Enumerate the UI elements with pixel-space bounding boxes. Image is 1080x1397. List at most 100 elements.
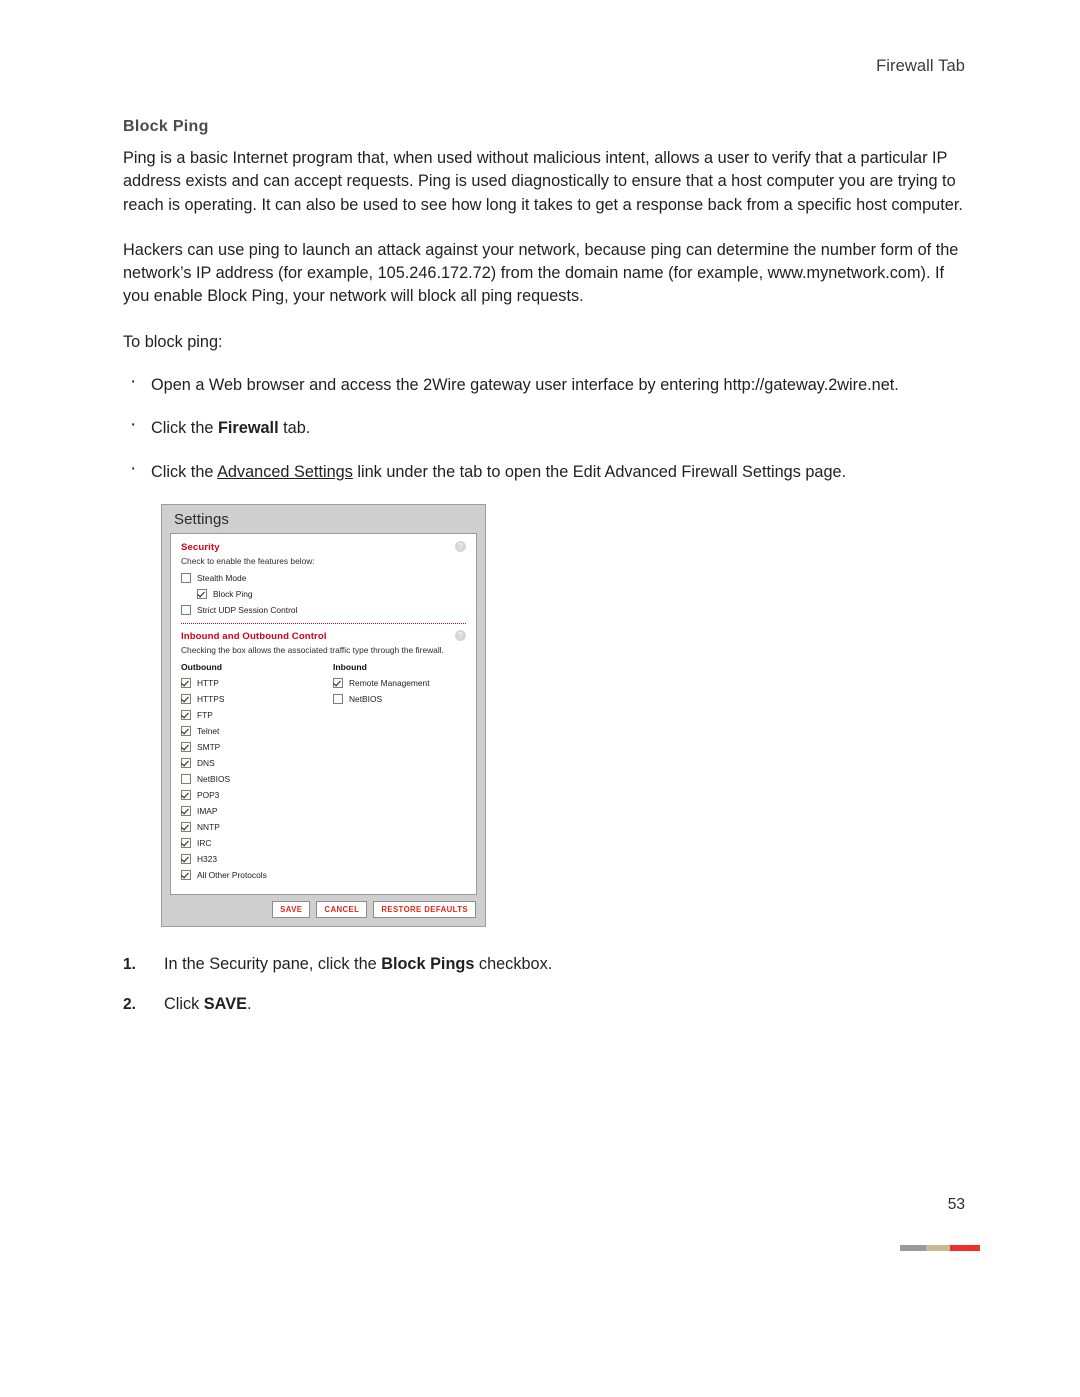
step-text-tail: checkbox. <box>474 954 553 973</box>
traffic-heading-label: Inbound and Outbound Control <box>181 630 327 642</box>
checkbox-outbound-ftp[interactable] <box>181 709 191 720</box>
checkbox-row-outbound-imap[interactable]: IMAP <box>181 805 333 816</box>
step-text: Click <box>164 995 204 1014</box>
checkbox-label: Stealth Mode <box>197 572 247 583</box>
checkbox-label: Block Ping <box>213 588 253 599</box>
bullet-text: Click the <box>151 462 218 481</box>
checkbox-outbound-all-other-protocols[interactable] <box>181 869 191 880</box>
list-item: Open a Web browser and access the 2Wire … <box>123 370 966 397</box>
lead-in-text: To block ping: <box>123 332 223 351</box>
checkbox-outbound-nntp[interactable] <box>181 821 191 832</box>
bullet-text-tail: link under the tab to open the Edit Adva… <box>352 462 847 481</box>
checkbox-inbound-remote-management[interactable] <box>333 677 343 688</box>
footer-decoration-bar <box>900 1245 980 1251</box>
security-heading-label: Security <box>181 541 220 553</box>
checkbox-row-outbound-all-other[interactable]: All Other Protocols <box>181 869 333 880</box>
checkbox-row-inbound-remote-management[interactable]: Remote Management <box>333 677 466 688</box>
checkbox-row-outbound-dns[interactable]: DNS <box>181 757 333 768</box>
page-number: 53 <box>947 1196 965 1213</box>
step-number: 1. <box>123 955 136 973</box>
checkbox-outbound-telnet[interactable] <box>181 725 191 736</box>
checkbox-outbound-https[interactable] <box>181 693 191 704</box>
running-head: Firewall Tab <box>876 57 965 75</box>
checkbox-outbound-http[interactable] <box>181 677 191 688</box>
checkbox-label: H323 <box>197 853 218 864</box>
step-text: In the Security pane, click the <box>164 954 382 973</box>
bullet-text-tail: tab. <box>278 419 311 438</box>
checkbox-row-block-ping[interactable]: Block Ping <box>197 588 466 599</box>
checkbox-row-outbound-https[interactable]: HTTPS <box>181 693 333 704</box>
checkbox-stealth-mode[interactable] <box>181 572 191 583</box>
checkbox-label: Telnet <box>197 725 220 736</box>
traffic-subtitle: Checking the box allows the associated t… <box>181 644 444 655</box>
save-button[interactable]: SAVE <box>272 900 311 918</box>
settings-screenshot: Settings Security ? Check to enable the … <box>161 503 486 927</box>
checkbox-row-strict-udp[interactable]: Strict UDP Session Control <box>181 604 466 615</box>
checkbox-block-ping[interactable] <box>197 588 207 599</box>
checkbox-label: Strict UDP Session Control <box>197 604 298 615</box>
checkbox-label: IRC <box>197 837 212 848</box>
checkbox-outbound-dns[interactable] <box>181 757 191 768</box>
checkbox-outbound-smtp[interactable] <box>181 741 191 752</box>
checkbox-row-stealth-mode[interactable]: Stealth Mode <box>181 572 466 583</box>
checkbox-label: FTP <box>197 709 213 720</box>
footer-bar-segment-red <box>949 1245 980 1251</box>
checkbox-row-outbound-h323[interactable]: H323 <box>181 853 333 864</box>
security-subtitle: Check to enable the features below: <box>181 555 315 566</box>
checkbox-label: HTTP <box>197 677 219 688</box>
checkbox-outbound-imap[interactable] <box>181 805 191 816</box>
checkbox-label: NetBIOS <box>197 773 231 784</box>
checkbox-row-outbound-telnet[interactable]: Telnet <box>181 725 333 736</box>
step-emphasis: SAVE <box>203 995 247 1014</box>
checkbox-label: IMAP <box>197 805 218 816</box>
checkbox-label: DNS <box>197 757 215 768</box>
checkbox-label: POP3 <box>197 789 220 800</box>
bullet-text: Click the <box>151 419 218 438</box>
checkbox-outbound-irc[interactable] <box>181 837 191 848</box>
cancel-button[interactable]: CANCEL <box>316 900 368 918</box>
checkbox-row-outbound-smtp[interactable]: SMTP <box>181 741 333 752</box>
checkbox-row-outbound-ftp[interactable]: FTP <box>181 709 333 720</box>
outbound-column: Outbound HTTP HTTPS FTP Telnet SMTP DNS … <box>181 662 333 886</box>
checkbox-row-outbound-irc[interactable]: IRC <box>181 837 333 848</box>
step-emphasis: Block Pings <box>381 954 475 973</box>
checkbox-row-outbound-nntp[interactable]: NNTP <box>181 821 333 832</box>
checkbox-row-outbound-http[interactable]: HTTP <box>181 677 333 688</box>
checkbox-outbound-pop3[interactable] <box>181 789 191 800</box>
settings-panel-body: Security ? Check to enable the features … <box>170 532 477 895</box>
checkbox-label: HTTPS <box>197 693 225 704</box>
help-icon[interactable]: ? <box>455 629 466 641</box>
checkbox-label: NetBIOS <box>349 693 383 704</box>
checkbox-row-outbound-pop3[interactable]: POP3 <box>181 789 333 800</box>
list-item: 2. Click SAVE. <box>123 993 966 1016</box>
bullet-text: Open a Web browser and access the 2Wire … <box>151 376 899 395</box>
checkbox-label: NNTP <box>197 821 220 832</box>
procedure-step-list: 1. In the Security pane, click the Block… <box>123 953 966 1017</box>
checkbox-outbound-h323[interactable] <box>181 853 191 864</box>
step-text-tail: . <box>246 995 252 1014</box>
security-group-heading: Security ? <box>181 540 466 553</box>
bullet-emphasis: Firewall <box>217 419 279 438</box>
checkbox-label: All Other Protocols <box>197 869 267 880</box>
paragraph-intro: Ping is a basic Internet program that, w… <box>123 149 963 214</box>
list-item: Click the Firewall tab. <box>123 413 966 440</box>
list-item: 1. In the Security pane, click the Block… <box>123 953 966 976</box>
restore-defaults-button[interactable]: RESTORE DEFAULTS <box>373 900 476 918</box>
advanced-settings-link[interactable]: Advanced Settings <box>217 463 353 481</box>
checkbox-inbound-netbios[interactable] <box>333 693 343 704</box>
checkbox-label: Remote Management <box>349 677 430 688</box>
checkbox-row-outbound-netbios[interactable]: NetBIOS <box>181 773 333 784</box>
help-icon[interactable]: ? <box>455 540 466 552</box>
checkbox-label: SMTP <box>197 741 221 752</box>
settings-panel-title: Settings <box>174 510 229 528</box>
section-divider <box>181 622 466 624</box>
traffic-group-heading: Inbound and Outbound Control ? <box>181 629 466 642</box>
inbound-column: Inbound Remote Management NetBIOS <box>333 662 466 886</box>
checkbox-outbound-netbios[interactable] <box>181 773 191 784</box>
inbound-column-header: Inbound <box>333 661 367 672</box>
page-content: Block Ping Ping is a basic Internet prog… <box>123 118 966 1034</box>
checkbox-strict-udp-session-control[interactable] <box>181 604 191 615</box>
procedure-bullet-list: Open a Web browser and access the 2Wire … <box>123 370 966 484</box>
checkbox-row-inbound-netbios[interactable]: NetBIOS <box>333 693 466 704</box>
settings-panel-footer: SAVE CANCEL RESTORE DEFAULTS <box>162 894 485 926</box>
